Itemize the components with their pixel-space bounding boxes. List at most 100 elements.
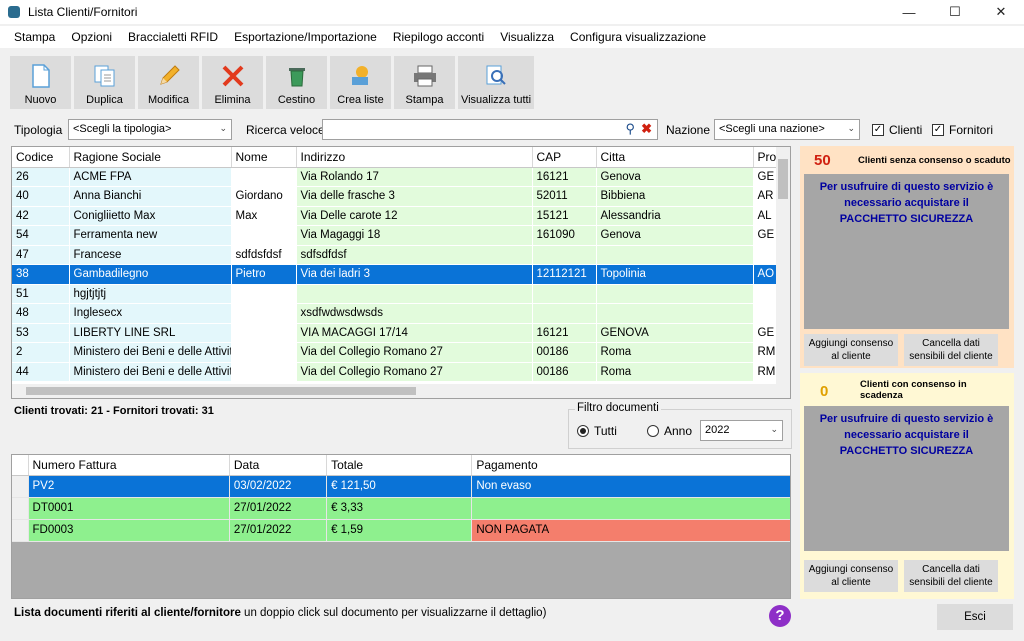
table-cell[interactable]: 03/02/2022 (229, 475, 328, 498)
table-row[interactable]: 44 Ministero dei Beni e delle Attivit Via … (12, 362, 790, 382)
table-cell[interactable]: Gambadilegno (69, 264, 232, 285)
table-cell[interactable]: FD0003 (28, 519, 230, 542)
table-cell[interactable]: sdfsdfdsf (296, 245, 533, 265)
menu-stampa[interactable]: Stampa (6, 30, 63, 44)
year-select[interactable]: 2022 ⌄ (700, 420, 783, 441)
table-row[interactable]: 42 Conigliietto Max Max Via Delle carote 12… (12, 206, 790, 226)
col-header-pagamento[interactable]: Pagamento (471, 455, 790, 476)
table-cell[interactable] (596, 284, 754, 304)
row-header[interactable] (12, 475, 29, 498)
table-cell[interactable]: hgjtjtjtj (69, 284, 232, 304)
table-cell[interactable]: € 3,33 (326, 497, 473, 520)
table-cell[interactable] (231, 323, 297, 343)
table-cell[interactable]: 44 (12, 362, 70, 382)
row-header[interactable] (12, 519, 29, 542)
clients-grid[interactable]: Codice Ragione Sociale Nome Indirizzo CA… (11, 146, 791, 399)
nazione-select[interactable]: <Scegli una nazione> ⌄ (714, 119, 860, 140)
aggiungi-consenso-button[interactable]: Aggiungi consenso al cliente (804, 334, 898, 366)
table-cell[interactable]: Ministero dei Beni e delle Attivit (69, 362, 232, 382)
aggiungi-consenso-button[interactable]: Aggiungi consenso al cliente (804, 560, 898, 592)
table-cell[interactable]: ACME FPA (69, 167, 232, 187)
documents-grid[interactable]: Numero Fattura Data Totale Pagamento PV2… (11, 454, 791, 599)
table-cell[interactable] (231, 284, 297, 304)
table-cell[interactable]: Topolinia (596, 264, 754, 285)
table-cell[interactable]: 16121 (532, 323, 597, 343)
table-row[interactable]: 2 Ministero dei Beni e delle Attivit Via d… (12, 342, 790, 363)
visualizza-tutti-button[interactable]: Visualizza tutti (458, 56, 534, 109)
table-cell[interactable]: Via delle frasche 3 (296, 186, 533, 207)
table-cell[interactable]: Giordano (231, 186, 297, 207)
table-cell[interactable]: Via Delle carote 12 (296, 206, 533, 226)
table-cell[interactable]: 51 (12, 284, 70, 304)
clear-search-icon[interactable]: ✖ (641, 121, 652, 137)
table-cell[interactable]: PV2 (28, 475, 230, 498)
table-cell[interactable]: sdfdsfdsf (231, 245, 297, 265)
table-cell[interactable]: 16121 (532, 167, 597, 187)
table-cell[interactable]: Francese (69, 245, 232, 265)
table-cell[interactable]: Non evaso (471, 475, 790, 498)
table-cell[interactable] (296, 284, 533, 304)
table-cell[interactable]: LIBERTY LINE SRL (69, 323, 232, 343)
table-cell[interactable]: 48 (12, 303, 70, 324)
nuovo-button[interactable]: Nuovo (10, 56, 71, 109)
help-icon[interactable]: ? (769, 605, 791, 627)
table-cell[interactable] (532, 284, 597, 304)
col-header-totale[interactable]: Totale (326, 455, 473, 476)
table-cell[interactable]: Via del Collegio Romano 27 (296, 342, 533, 363)
table-cell[interactable] (596, 245, 754, 265)
maximize-icon[interactable]: ☐ (932, 0, 978, 24)
table-row[interactable]: 48 Inglesecx xsdfwdwsdwsds (12, 303, 790, 324)
search-icon[interactable]: ⚲ (625, 121, 635, 137)
table-cell[interactable]: xsdfwdwsdwsds (296, 303, 533, 324)
table-cell[interactable]: Conigliietto Max (69, 206, 232, 226)
table-row[interactable]: 51 hgjtjtjtj (12, 284, 790, 304)
table-cell[interactable]: Bibbiena (596, 186, 754, 207)
table-cell[interactable]: Anna Bianchi (69, 186, 232, 207)
row-header[interactable] (12, 497, 29, 520)
menu-visualizza[interactable]: Visualizza (492, 30, 562, 44)
stampa-button[interactable]: Stampa (394, 56, 455, 109)
scroll-thumb[interactable] (26, 387, 416, 395)
tipologia-select[interactable]: <Scegli la tipologia> ⌄ (68, 119, 232, 140)
table-cell[interactable]: Pietro (231, 264, 297, 285)
checkbox-checked-icon[interactable]: ✓ (872, 124, 884, 136)
menu-riepilogo-acconti[interactable]: Riepilogo acconti (385, 30, 492, 44)
table-cell[interactable]: Via Magaggi 18 (296, 225, 533, 246)
horizontal-scrollbar[interactable] (12, 384, 778, 398)
col-header-citta[interactable]: Citta (596, 147, 754, 168)
table-row[interactable]: 40 Anna Bianchi Giordano Via delle frasche … (12, 186, 790, 207)
table-cell[interactable]: 54 (12, 225, 70, 246)
minimize-icon[interactable]: — (886, 0, 932, 24)
table-row[interactable]: 26 ACME FPA Via Rolando 17 16121 Genova GE (12, 167, 790, 187)
col-header-codice[interactable]: Codice (12, 147, 70, 168)
table-row[interactable]: PV2 03/02/2022 € 121,50 Non evaso (12, 475, 790, 498)
table-cell[interactable]: 26 (12, 167, 70, 187)
table-cell[interactable]: 47 (12, 245, 70, 265)
table-row[interactable]: DT0001 27/01/2022 € 3,33 (12, 497, 790, 520)
radio-selected-icon[interactable] (577, 425, 589, 437)
table-cell[interactable] (532, 245, 597, 265)
menu-braccialetti-rfid[interactable]: Braccialetti RFID (120, 30, 226, 44)
radio-tutti[interactable]: Tutti (577, 424, 617, 438)
table-cell[interactable]: Alessandria (596, 206, 754, 226)
table-cell[interactable]: Max (231, 206, 297, 226)
table-cell[interactable]: € 1,59 (326, 519, 473, 542)
modifica-button[interactable]: Modifica (138, 56, 199, 109)
table-cell[interactable]: Ferramenta new (69, 225, 232, 246)
table-cell[interactable]: Ministero dei Beni e delle Attivit (69, 342, 232, 363)
duplica-button[interactable]: Duplica (74, 56, 135, 109)
col-header-numero-fattura[interactable]: Numero Fattura (28, 455, 230, 476)
table-cell[interactable]: NON PAGATA (471, 519, 790, 542)
col-header-nome[interactable]: Nome (231, 147, 297, 168)
table-cell[interactable] (231, 167, 297, 187)
cancella-dati-button[interactable]: Cancella dati sensibili del cliente (904, 560, 998, 592)
menu-esportazione[interactable]: Esportazione/Importazione (226, 30, 385, 44)
clienti-checkbox[interactable]: ✓ Clienti (872, 123, 922, 137)
col-header-ragione-sociale[interactable]: Ragione Sociale (69, 147, 232, 168)
table-cell[interactable]: Inglesecx (69, 303, 232, 324)
table-cell[interactable]: Roma (596, 362, 754, 382)
table-cell[interactable]: 40 (12, 186, 70, 207)
table-cell[interactable]: GENOVA (596, 323, 754, 343)
table-cell[interactable] (231, 362, 297, 382)
col-header-cap[interactable]: CAP (532, 147, 597, 168)
